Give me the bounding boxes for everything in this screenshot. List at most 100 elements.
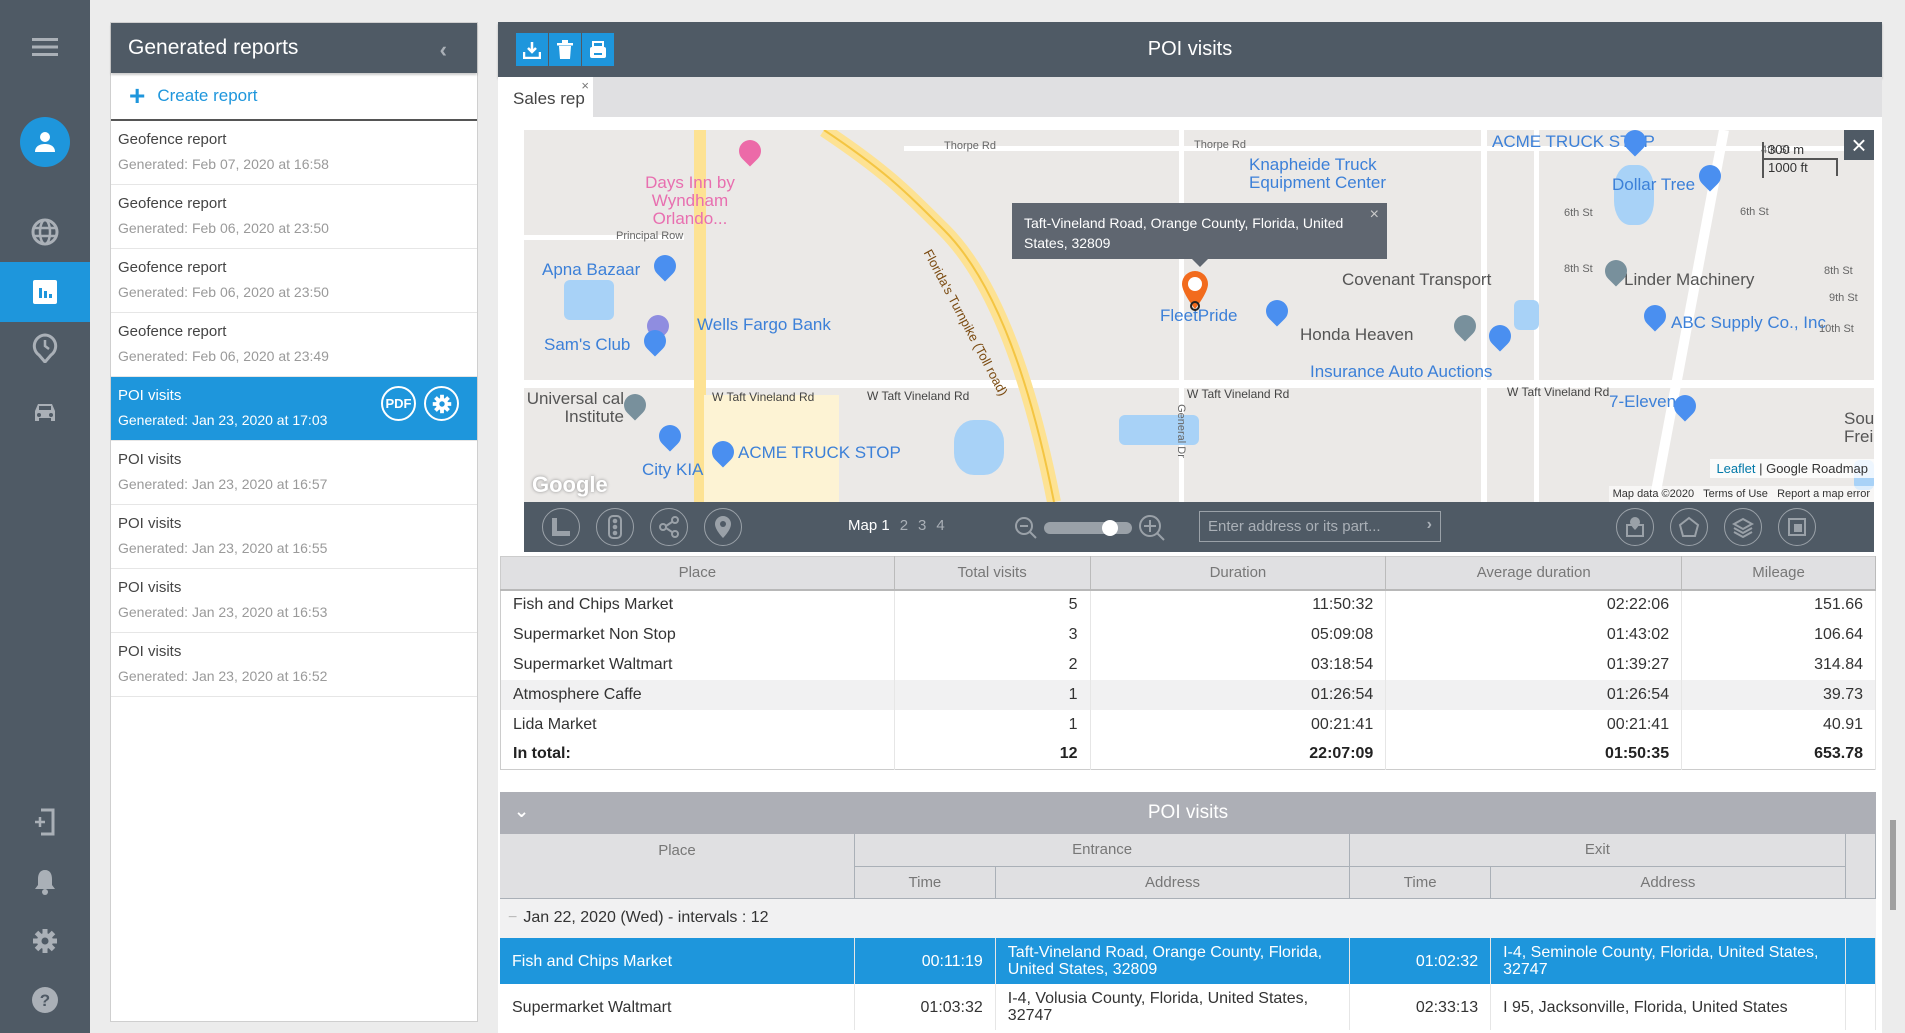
selected-location-marker-icon[interactable] xyxy=(1181,270,1209,312)
user-avatar[interactable] xyxy=(20,117,70,167)
col-exit-address[interactable]: Address xyxy=(1490,866,1846,899)
map-2-tab[interactable]: 2 xyxy=(900,517,908,534)
zoom-in-icon[interactable] xyxy=(1138,514,1166,542)
nav-help[interactable]: ? xyxy=(0,970,90,1030)
nav-vehicles[interactable] xyxy=(0,383,90,443)
report-list-item[interactable]: Geofence report Generated: Feb 06, 2020 a… xyxy=(111,185,477,249)
layers-button[interactable] xyxy=(1724,508,1762,546)
nav-settings[interactable] xyxy=(0,911,90,971)
share-icon xyxy=(659,516,679,538)
poi-visit-row[interactable]: Supermarket Waltmart 01:03:32 I-4, Volusia… xyxy=(500,984,1877,1030)
report-list-item[interactable]: POI visits Generated: Jan 23, 2020 at 16:… xyxy=(111,505,477,569)
report-list-item[interactable]: POI visits Generated: Jan 23, 2020 at 16:… xyxy=(111,441,477,505)
col-entrance-address[interactable]: Address xyxy=(995,866,1351,899)
download-button[interactable] xyxy=(516,33,548,66)
menu-button[interactable] xyxy=(0,17,90,77)
water xyxy=(1514,300,1539,330)
gear-icon xyxy=(432,394,451,413)
summary-row[interactable]: Lida Market 1 00:21:41 00:21:41 40.91 xyxy=(500,709,1876,740)
report-list-item[interactable]: POI visits Generated: Jan 23, 2020 at 16:… xyxy=(111,633,477,697)
report-list-item[interactable]: Geofence report Generated: Feb 06, 2020 a… xyxy=(111,249,477,313)
pdf-export-button[interactable]: PDF xyxy=(381,386,416,421)
close-tab-icon[interactable]: × xyxy=(581,78,589,93)
terms-link[interactable]: Terms of Use xyxy=(1703,488,1768,500)
plus-icon: + xyxy=(129,80,146,111)
report-view: POI visits Sales rep × Days Inn by Wyndh… xyxy=(498,22,1882,1033)
print-icon xyxy=(590,40,606,58)
zoom-out-icon[interactable] xyxy=(1014,516,1038,540)
search-go-icon[interactable]: › xyxy=(1427,516,1432,534)
print-button[interactable] xyxy=(582,33,614,66)
report-list-item[interactable]: Geofence report Generated: Feb 07, 2020 a… xyxy=(111,121,477,185)
col-entrance-time[interactable]: Time xyxy=(854,866,996,899)
close-popup-icon[interactable]: × xyxy=(1370,205,1379,225)
map-label: ACME TRUCK STOP xyxy=(738,443,901,462)
summary-row[interactable]: Supermarket Non Stop 3 05:09:08 01:43:02 106… xyxy=(500,619,1876,650)
summary-col-header[interactable]: Average duration xyxy=(1385,556,1683,591)
col-place[interactable]: Place xyxy=(500,834,855,899)
geofence-button[interactable] xyxy=(1670,508,1708,546)
poi-visit-in-time: 01:03:32 xyxy=(854,984,996,1030)
report-list-item[interactable]: Geofence report Generated: Feb 06, 2020 a… xyxy=(111,313,477,377)
water xyxy=(564,280,614,320)
summary-col-header[interactable]: Place xyxy=(500,556,895,591)
nav-reports[interactable] xyxy=(0,262,90,322)
map-4-tab[interactable]: 4 xyxy=(936,517,944,534)
address-search-input[interactable]: Enter address or its part... › xyxy=(1199,511,1441,542)
create-report-button[interactable]: + Create report xyxy=(111,73,477,121)
tab-sales-rep[interactable]: Sales rep × xyxy=(498,77,593,117)
report-title: Geofence report xyxy=(118,323,227,340)
nav-map[interactable] xyxy=(0,202,90,262)
fullscreen-button[interactable] xyxy=(1778,508,1816,546)
map-label: Linder Machinery xyxy=(1624,270,1755,289)
nav-history[interactable] xyxy=(0,318,90,378)
col-exit: Exit xyxy=(1349,834,1846,867)
scrollbar[interactable] xyxy=(1890,820,1896,910)
summary-col-header[interactable]: Duration xyxy=(1090,556,1387,591)
nav-add-device[interactable] xyxy=(0,792,90,852)
map[interactable]: Days Inn by Wyndham Orlando... Apna Baza… xyxy=(524,130,1874,502)
collapse-panel-chevron-icon[interactable]: ‹ xyxy=(440,37,447,63)
poi-visit-row[interactable]: Fish and Chips Market 00:11:19 Taft-Vinela… xyxy=(500,938,1877,984)
close-map-button[interactable]: × xyxy=(1844,130,1874,160)
summary-row[interactable]: Supermarket Waltmart 2 03:18:54 01:39:27 314… xyxy=(500,649,1876,680)
trash-icon xyxy=(557,40,573,59)
zoom-slider-handle[interactable] xyxy=(1101,520,1118,536)
delete-button[interactable] xyxy=(549,33,581,66)
report-settings-button[interactable] xyxy=(424,386,459,421)
collapse-group-icon[interactable]: − xyxy=(508,909,517,926)
report-list-item[interactable]: POI visits Generated: Jan 23, 2020 at 17:… xyxy=(111,377,477,441)
layers-icon xyxy=(1732,517,1754,538)
ruler-button[interactable] xyxy=(542,508,580,546)
zoom-slider[interactable] xyxy=(1044,520,1132,536)
poi-visit-out-addr: I 95, Jacksonville, Florida, United Stat… xyxy=(1490,984,1846,1030)
summary-col-header[interactable]: Mileage xyxy=(1681,556,1876,591)
summary-row[interactable]: Atmosphere Caffe 1 01:26:54 01:26:54 39.73 xyxy=(500,679,1876,710)
traffic-button[interactable] xyxy=(596,508,634,546)
location-button[interactable] xyxy=(704,508,742,546)
reports-panel-header: Generated reports ‹ xyxy=(111,23,477,73)
date-group-row[interactable]: − Jan 22, 2020 (Wed) - intervals : 12 xyxy=(500,898,1876,938)
col-exit-time[interactable]: Time xyxy=(1349,866,1492,899)
user-icon xyxy=(35,132,55,152)
poi-visit-out-time: 01:02:32 xyxy=(1349,938,1492,984)
summary-row[interactable]: Fish and Chips Market 5 11:50:32 02:22:06 15… xyxy=(500,589,1876,620)
road-label: W Taft Vineland Rd xyxy=(1507,385,1610,399)
leaflet-link[interactable]: Leaflet xyxy=(1716,461,1755,476)
poi-visits-header[interactable]: ⌄ POI visits xyxy=(500,792,1876,834)
summary-col-header[interactable]: Total visits xyxy=(894,556,1091,591)
collapse-chevron-icon[interactable]: ⌄ xyxy=(514,801,529,822)
road-label: W Taft Vineland Rd xyxy=(1187,387,1290,401)
road-label: Principal Row xyxy=(616,230,684,242)
map-1-tab[interactable]: Map 1 xyxy=(848,517,890,534)
summary-cell: 00:21:41 xyxy=(1385,709,1683,740)
share-button[interactable] xyxy=(650,508,688,546)
globe-icon xyxy=(31,218,59,246)
report-list-item[interactable]: POI visits Generated: Jan 23, 2020 at 16:… xyxy=(111,569,477,633)
report-error-link[interactable]: Report a map error xyxy=(1777,488,1870,500)
nav-notifications[interactable] xyxy=(0,852,90,912)
summary-total-row[interactable]: In total: 12 22:07:09 01:50:35 653.78 xyxy=(500,739,1876,770)
gear-icon xyxy=(33,929,57,953)
poi-layer-button[interactable] xyxy=(1616,508,1654,546)
map-3-tab[interactable]: 3 xyxy=(918,517,926,534)
